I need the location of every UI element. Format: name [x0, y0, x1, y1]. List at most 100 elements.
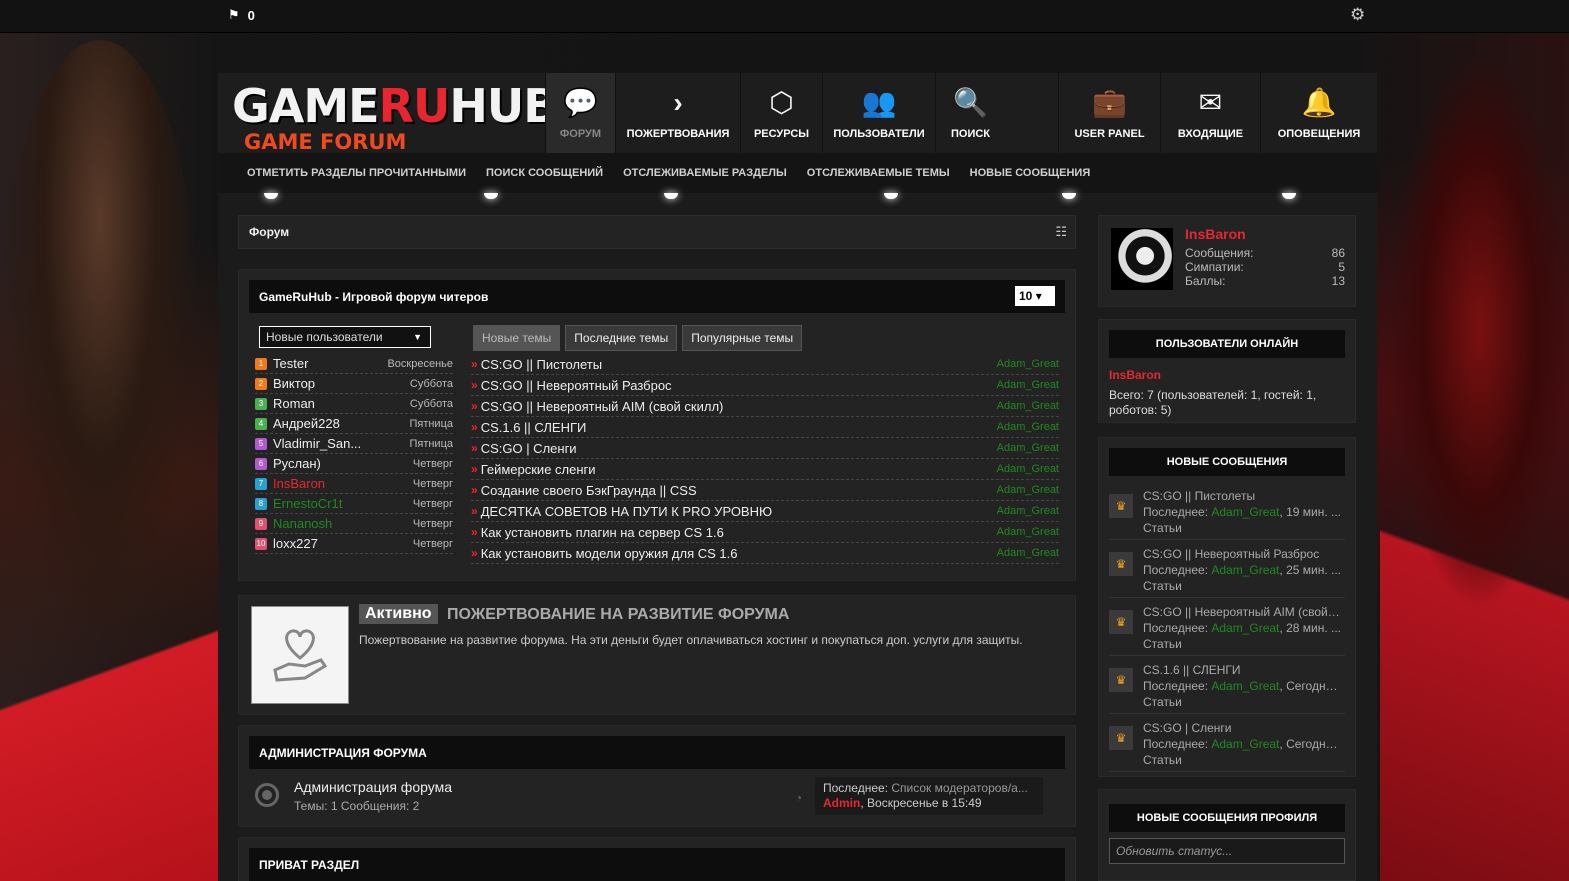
message-category[interactable]: Статьи [1143, 752, 1341, 768]
thread-title[interactable]: Как установить плагин на сервер CS 1.6 [481, 525, 997, 540]
avatar[interactable] [1111, 228, 1173, 290]
thread-row[interactable]: » CS.1.6 || СЛЕНГИ Adam_Great [471, 417, 1059, 438]
user-row[interactable]: 8 ErnestoCr1t Четверг [255, 494, 453, 514]
subnav-watched-forums[interactable]: Отслеживаемые разделы [623, 167, 787, 179]
thread-row[interactable]: » CS:GO || Пистолеты Adam_Great [471, 354, 1059, 375]
thread-author[interactable]: Adam_Great [997, 463, 1059, 475]
new-message-item[interactable]: ♛ CS:GO | Сленги Последнее: Adam_Great, Се… [1109, 714, 1345, 772]
thread-row[interactable]: » Как установить модели оружия для CS 1.6… [471, 543, 1059, 564]
new-message-item[interactable]: ♛ CS.1.6 || СЛЕНГИ Последнее: Adam_Great, … [1109, 656, 1345, 714]
author-avatar[interactable]: ♛ [1109, 668, 1133, 692]
nav-donations[interactable]: › Пожертвования [615, 73, 740, 153]
user-name[interactable]: InsBaron [273, 476, 413, 491]
message-category[interactable]: Статьи [1143, 636, 1341, 652]
thread-author[interactable]: Adam_Great [997, 358, 1059, 370]
nav-resources[interactable]: ⬡ Ресурсы [740, 73, 822, 153]
nav-user-panel[interactable]: 💼 User Panel [1058, 73, 1160, 153]
message-user[interactable]: Adam_Great [1211, 737, 1279, 751]
new-message-item[interactable]: ♛ CS:GO || Невероятный AIM (свой с... Посл… [1109, 598, 1345, 656]
message-title[interactable]: CS:GO || Невероятный Разброс [1143, 546, 1341, 562]
tab-latest-threads[interactable]: Последние темы [565, 325, 678, 351]
site-logo[interactable]: GAMERUHUB GAME FORUM [232, 81, 558, 153]
message-title[interactable]: CS:GO || Невероятный AIM (свой с... [1143, 604, 1341, 620]
tab-popular-threads[interactable]: Популярные темы [682, 325, 803, 351]
flag-counter[interactable]: ⚑ 0 [228, 7, 255, 23]
thread-author[interactable]: Adam_Great [997, 421, 1059, 433]
online-user[interactable]: InsBaron [1109, 368, 1345, 382]
nav-users[interactable]: 👥 Пользователи [822, 73, 935, 153]
rss-icon[interactable]: ◔ [795, 791, 802, 805]
author-avatar[interactable]: ♛ [1109, 610, 1133, 634]
subnav-watched-threads[interactable]: Отслеживаемые темы [807, 167, 950, 179]
tab-new-threads[interactable]: Новые темы [473, 325, 561, 351]
donation-title[interactable]: Пожертвование на развитие форума [447, 606, 789, 624]
thread-row[interactable]: » Как установить плагин на сервер CS 1.6 A… [471, 522, 1059, 543]
user-row[interactable]: 4 Андрей228 Пятница [255, 414, 453, 434]
user-row[interactable]: 7 InsBaron Четверг [255, 474, 453, 494]
thread-row[interactable]: » Создание своего БэкГраунда || CSS Adam_G… [471, 480, 1059, 501]
subnav-search-messages[interactable]: Поиск сообщений [486, 167, 603, 179]
thread-row[interactable]: » ДЕСЯТКА СОВЕТОВ НА ПУТИ К PRO УРОВНЮ Ada… [471, 501, 1059, 522]
thread-title[interactable]: CS:GO || Пистолеты [481, 357, 997, 372]
author-avatar[interactable]: ♛ [1109, 726, 1133, 750]
message-user[interactable]: Adam_Great [1211, 505, 1279, 519]
user-row[interactable]: 9 Nananosh Четверг [255, 514, 453, 534]
nav-search[interactable]: 🔍 Поиск [935, 73, 1005, 153]
user-name[interactable]: Tester [273, 356, 387, 371]
new-message-item[interactable]: ♛ CS:GO || Невероятный Разброс Последнее: … [1109, 540, 1345, 598]
gear-icon[interactable]: ⚙ [1350, 5, 1365, 25]
user-row[interactable]: 2 Виктор Суббота [255, 374, 453, 394]
message-title[interactable]: CS.1.6 || СЛЕНГИ [1143, 662, 1341, 678]
thread-author[interactable]: Adam_Great [997, 547, 1059, 559]
user-name[interactable]: Vladimir_San... [273, 436, 409, 451]
last-post-user[interactable]: Admin [823, 796, 860, 810]
thread-author[interactable]: Adam_Great [997, 379, 1059, 391]
thread-row[interactable]: » CS:GO | Сленги Adam_Great [471, 438, 1059, 459]
thread-author[interactable]: Adam_Great [997, 505, 1059, 517]
thread-row[interactable]: » Геймерские сленги Adam_Great [471, 459, 1059, 480]
message-category[interactable]: Статьи [1143, 520, 1341, 536]
section-header[interactable]: АДМИНИСТРАЦИЯ ФОРУМА [249, 736, 1065, 769]
user-name[interactable]: ErnestoCr1t [273, 496, 413, 511]
user-name[interactable]: Андрей228 [273, 416, 409, 431]
users-dropdown[interactable]: Новые пользователи [259, 326, 431, 348]
user-row[interactable]: 3 Roman Суббота [255, 394, 453, 414]
status-input[interactable]: Обновить статус... [1109, 838, 1345, 864]
message-user[interactable]: Adam_Great [1211, 621, 1279, 635]
subnav-mark-read[interactable]: Отметить разделы прочитанными [247, 167, 466, 179]
thread-author[interactable]: Adam_Great [997, 484, 1059, 496]
nav-inbox[interactable]: ✉ Входящие [1160, 73, 1260, 153]
thread-title[interactable]: Геймерские сленги [481, 462, 997, 477]
new-message-item[interactable]: ♛ CS:GO || Пистолеты Последнее: Adam_Great… [1109, 482, 1345, 540]
thread-title[interactable]: CS.1.6 || СЛЕНГИ [481, 420, 997, 435]
user-name[interactable]: Roman [273, 396, 410, 411]
thread-title[interactable]: CS:GO | Сленги [481, 441, 997, 456]
thread-title[interactable]: CS:GO || Невероятный AIM (свой скилл) [481, 399, 997, 414]
thread-title[interactable]: Как установить модели оружия для CS 1.6 [481, 546, 997, 561]
user-name[interactable]: Виктор [273, 376, 410, 391]
user-row[interactable]: 6 Руслан) Четверг [255, 454, 453, 474]
nav-forum[interactable]: 💬 Форум [545, 73, 615, 153]
profile-username[interactable]: InsBaron [1185, 226, 1246, 242]
user-name[interactable]: Руслан) [273, 456, 413, 471]
thread-author[interactable]: Adam_Great [997, 400, 1059, 412]
user-row[interactable]: 1 Tester Воскресенье [255, 354, 453, 374]
section-header[interactable]: ПРИВАТ РАЗДЕЛ [249, 848, 1065, 881]
forum-name[interactable]: Администрация форума [294, 779, 452, 795]
user-row[interactable]: 10 loxx227 Четверг [255, 534, 453, 554]
user-row[interactable]: 5 Vladimir_San... Пятница [255, 434, 453, 454]
user-name[interactable]: Nananosh [273, 516, 413, 531]
user-name[interactable]: loxx227 [273, 536, 413, 551]
thread-author[interactable]: Adam_Great [997, 442, 1059, 454]
thread-title[interactable]: Создание своего БэкГраунда || CSS [481, 483, 997, 498]
nav-alerts[interactable]: 🔔 Оповещения [1260, 73, 1377, 153]
message-user[interactable]: Adam_Great [1211, 563, 1279, 577]
message-category[interactable]: Статьи [1143, 578, 1341, 594]
author-avatar[interactable]: ♛ [1109, 494, 1133, 518]
message-category[interactable]: Статьи [1143, 694, 1341, 710]
thread-author[interactable]: Adam_Great [997, 526, 1059, 538]
thread-row[interactable]: » CS:GO || Невероятный AIM (свой скилл) Ad… [471, 396, 1059, 417]
message-title[interactable]: CS:GO | Сленги [1143, 720, 1341, 736]
thread-row[interactable]: » CS:GO || Невероятный Разброс Adam_Great [471, 375, 1059, 396]
forum-row[interactable]: Администрация форума Темы: 1 Сообщения: … [239, 769, 1075, 827]
